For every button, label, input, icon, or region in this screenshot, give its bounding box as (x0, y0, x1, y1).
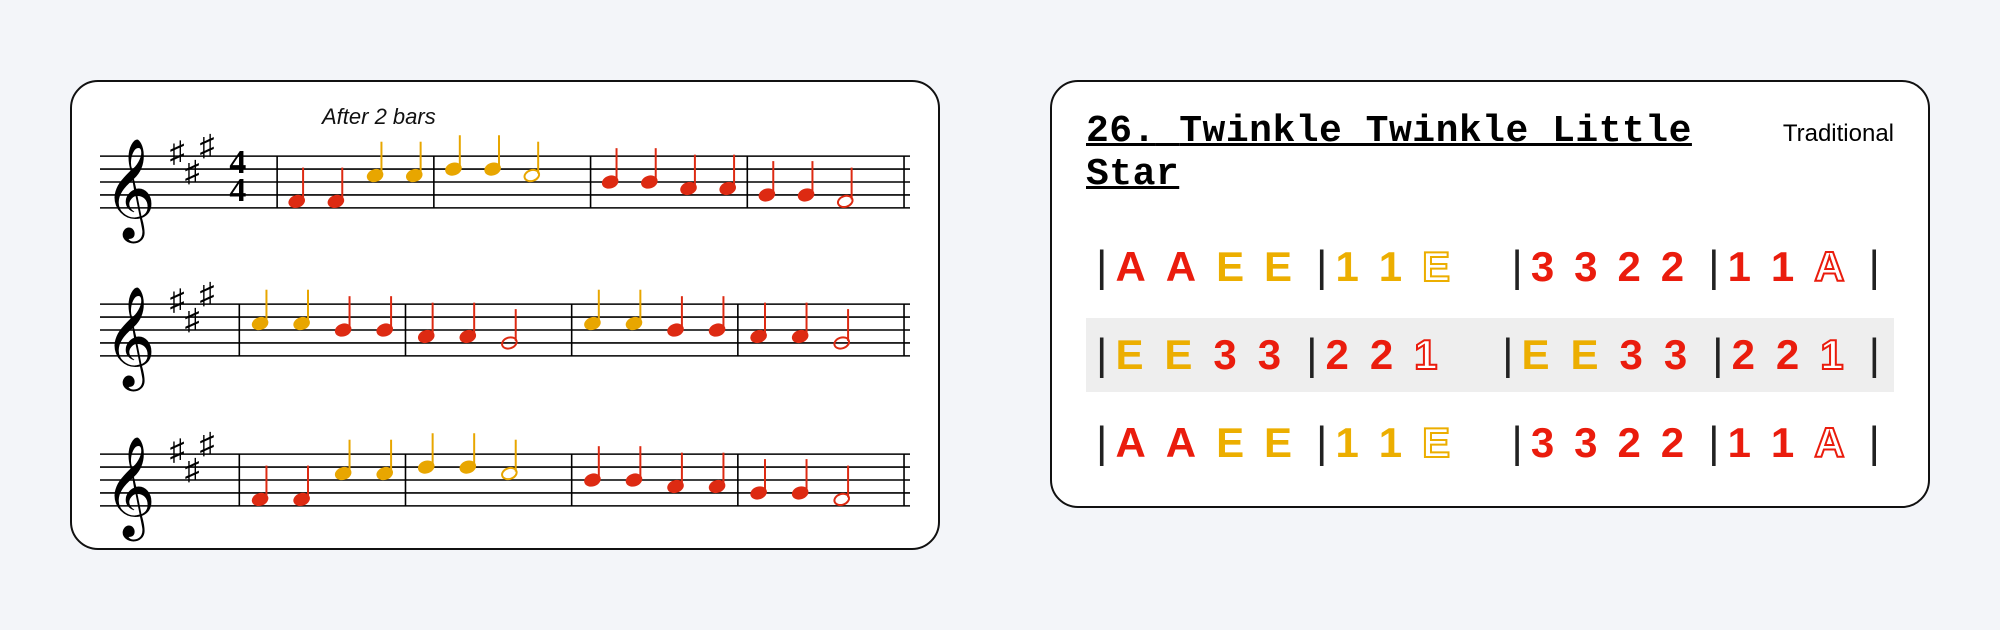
song-title: 26. Twinkle Twinkle Little Star (1086, 110, 1765, 196)
tab-note: 3 (1531, 419, 1558, 467)
tab-note: A (1115, 419, 1149, 467)
svg-text:𝄞: 𝄞 (104, 437, 156, 542)
tab-note: 2 (1661, 419, 1688, 467)
tab-note: 1 (1771, 243, 1798, 291)
svg-text:♯: ♯ (185, 156, 200, 189)
tablature-card: 26. Twinkle Twinkle Little Star Traditio… (1050, 80, 1930, 508)
tab-note: A (1166, 419, 1200, 467)
staff-svg: 𝄞♯♯♯44 (100, 114, 910, 254)
barline: | (1865, 330, 1888, 380)
tab-note: 3 (1258, 331, 1285, 379)
barline: | (1704, 418, 1727, 468)
svg-text:4: 4 (229, 172, 246, 209)
tab-note: E (1264, 419, 1296, 467)
tab-note: 2 (1732, 331, 1759, 379)
svg-text:♯: ♯ (185, 454, 200, 487)
song-name: Twinkle Twinkle Little Star (1086, 110, 1692, 196)
barline: | (1312, 418, 1335, 468)
tab-note: 3 (1574, 243, 1601, 291)
tab-line: |AAEE|11E|3322|11A| (1086, 230, 1894, 304)
tab-note: E (1422, 419, 1454, 467)
svg-text:𝄞: 𝄞 (104, 139, 156, 244)
tab-note: 1 (1771, 419, 1798, 467)
barline: | (1865, 242, 1888, 292)
barline: | (1498, 330, 1521, 380)
tab-note: A (1115, 243, 1149, 291)
tab-note: 3 (1213, 331, 1240, 379)
barline: | (1704, 242, 1727, 292)
tab-note: 2 (1661, 243, 1688, 291)
svg-text:♯: ♯ (200, 428, 215, 461)
tab-note: E (1115, 331, 1147, 379)
svg-text:♯: ♯ (170, 136, 185, 169)
tab-note: A (1814, 419, 1848, 467)
barline: | (1708, 330, 1731, 380)
barline: | (1312, 242, 1335, 292)
staff-svg: 𝄞♯♯♯ (100, 412, 910, 552)
song-number: 26. (1086, 110, 1156, 153)
svg-text:♯: ♯ (170, 434, 185, 467)
tab-note: E (1522, 331, 1554, 379)
svg-text:♯: ♯ (170, 284, 185, 317)
tab-line: |EE33|221|EE33|221| (1086, 318, 1894, 392)
tab-note: 3 (1574, 419, 1601, 467)
tab-note: 2 (1776, 331, 1803, 379)
tablature-body: |AAEE|11E|3322|11A||EE33|221|EE33|221||A… (1086, 230, 1894, 480)
barline: | (1092, 242, 1115, 292)
staff-line-2: 𝄞♯♯♯ (100, 262, 910, 402)
tab-note: 1 (1335, 419, 1362, 467)
tab-note: 2 (1326, 331, 1353, 379)
staff-svg: 𝄞♯♯♯ (100, 262, 910, 402)
svg-text:♯: ♯ (185, 304, 200, 337)
barline: | (1092, 418, 1115, 468)
barline: | (1507, 418, 1530, 468)
tab-note: 2 (1617, 243, 1644, 291)
tab-note: A (1814, 243, 1848, 291)
tab-note: 1 (1379, 419, 1406, 467)
tab-note: E (1164, 331, 1196, 379)
tab-note: E (1216, 243, 1248, 291)
svg-text:♯: ♯ (200, 130, 215, 163)
staff-line-1: 𝄞♯♯♯44 (100, 114, 910, 254)
tab-note: 1 (1820, 331, 1847, 379)
staff-line-3: 𝄞♯♯♯ (100, 412, 910, 552)
tab-note: 1 (1728, 419, 1755, 467)
tab-note: 2 (1617, 419, 1644, 467)
tab-note: E (1264, 243, 1296, 291)
tab-note: 2 (1370, 331, 1397, 379)
tab-note: 1 (1335, 243, 1362, 291)
tab-note: 1 (1414, 331, 1441, 379)
tab-note: 3 (1664, 331, 1691, 379)
tab-note: E (1422, 243, 1454, 291)
svg-text:♯: ♯ (200, 278, 215, 311)
attribution: Traditional (1783, 120, 1894, 148)
tab-line: |AAEE|11E|3322|11A| (1086, 406, 1894, 480)
notation-card: After 2 bars 𝄞♯♯♯44 𝄞♯♯♯ 𝄞♯♯♯ (70, 80, 940, 550)
tab-note: 1 (1728, 243, 1755, 291)
barline: | (1302, 330, 1325, 380)
tab-note: 3 (1619, 331, 1646, 379)
tab-note: E (1216, 419, 1248, 467)
title-row: 26. Twinkle Twinkle Little Star Traditio… (1086, 110, 1894, 196)
tab-note: E (1571, 331, 1603, 379)
tab-note: 3 (1531, 243, 1558, 291)
tab-note: A (1166, 243, 1200, 291)
tab-note: 1 (1379, 243, 1406, 291)
svg-text:𝄞: 𝄞 (104, 287, 156, 392)
barline: | (1507, 242, 1530, 292)
barline: | (1092, 330, 1115, 380)
barline: | (1865, 418, 1888, 468)
